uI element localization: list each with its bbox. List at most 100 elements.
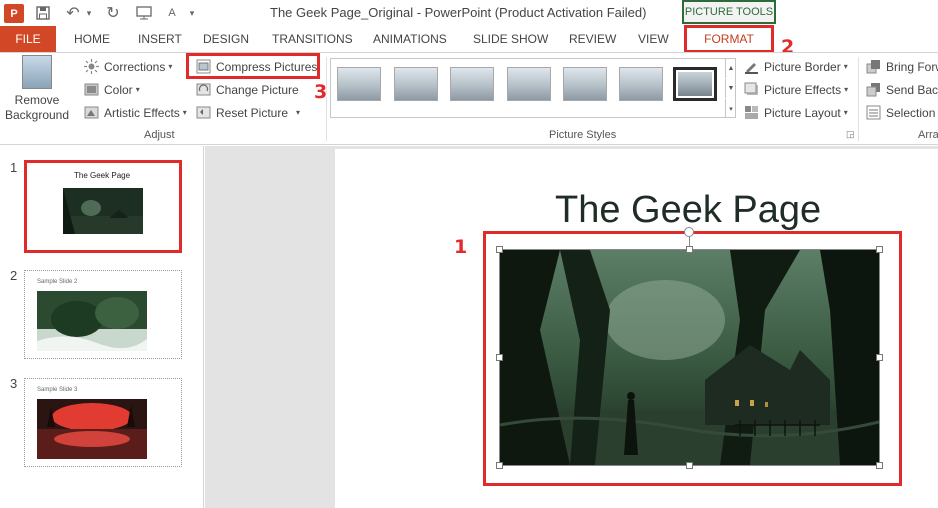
picture-styles-dialog-launcher-icon[interactable]: ◲ — [846, 129, 855, 140]
chevron-down-icon: ▾ — [135, 85, 140, 94]
artistic-effects-button[interactable]: Artistic Effects ▾ — [84, 105, 187, 120]
picture-tools-context-label: PICTURE TOOLS — [682, 0, 776, 24]
bring-forward-button[interactable]: Bring Forw — [866, 59, 938, 74]
artistic-effects-label: Artistic Effects — [104, 105, 180, 120]
change-picture-label: Change Picture — [216, 82, 299, 97]
picture-style-black-frame[interactable] — [673, 67, 717, 101]
chevron-down-icon: ▾ — [182, 108, 187, 117]
picture-style-soft-edge[interactable] — [563, 67, 607, 101]
thumbnail-title: Sample Slide 2 — [37, 279, 78, 285]
resize-handle-bottom-left[interactable] — [496, 462, 503, 469]
change-picture-icon — [196, 82, 212, 97]
tab-home[interactable]: HOME — [74, 26, 110, 52]
picture-layout-icon — [744, 105, 760, 120]
reset-picture-button[interactable]: Reset Picture ▾ — [196, 105, 300, 120]
picture-effects-icon — [744, 82, 760, 97]
adjust-group-label: Adjust — [144, 129, 175, 141]
slide-thumbnail-2[interactable]: Sample Slide 2 — [24, 270, 182, 359]
artistic-effects-icon — [84, 105, 100, 120]
resize-handle-top-left[interactable] — [496, 246, 503, 253]
resize-handle-left[interactable] — [496, 354, 503, 361]
reset-picture-label: Reset Picture — [216, 105, 289, 120]
save-icon[interactable] — [34, 4, 52, 22]
tab-animations[interactable]: ANIMATIONS — [373, 26, 447, 52]
tab-design[interactable]: DESIGN — [203, 26, 249, 52]
remove-background-label-1: Remove — [14, 93, 60, 107]
slide-number: 3 — [10, 376, 18, 391]
reset-picture-icon — [196, 105, 212, 120]
color-palette-icon — [84, 82, 100, 97]
bring-forward-label: Bring Forw — [886, 59, 938, 74]
chevron-down-icon: ▾ — [843, 62, 848, 71]
chevron-down-icon: ▾ — [843, 108, 848, 117]
tab-review[interactable]: REVIEW — [569, 26, 616, 52]
resize-handle-bottom[interactable] — [686, 462, 693, 469]
picture-style-simple-frame[interactable] — [337, 67, 381, 101]
selection-pane-button[interactable]: Selection I — [866, 105, 938, 120]
slide-thumbnail-1[interactable]: The Geek Page — [24, 160, 182, 253]
picture-style-thick-matte[interactable] — [450, 67, 494, 101]
resize-handle-top-right[interactable] — [876, 246, 883, 253]
gallery-scroll-down-icon[interactable]: ▼ — [725, 79, 736, 98]
picture-layout-label: Picture Layout — [764, 105, 841, 120]
ribbon-tabs: FILE HOME INSERT DESIGN TRANSITIONS ANIM… — [0, 25, 938, 53]
font-color-icon[interactable]: A — [164, 4, 180, 22]
slide-thumbnails-pane: 1 The Geek Page 2 Sample Slide 2 3 Sampl… — [0, 146, 204, 508]
change-picture-button[interactable]: Change Picture — [196, 82, 299, 97]
remove-background-button[interactable]: Remove Background — [2, 55, 72, 127]
window-title: The Geek Page_Original - PowerPoint (Pro… — [270, 5, 647, 20]
undo-icon[interactable]: ↶ — [64, 4, 82, 22]
ribbon: Remove Background Corrections ▾ Color ▾ Ar… — [0, 52, 938, 145]
corrections-sun-icon — [84, 59, 100, 74]
tab-insert[interactable]: INSERT — [138, 26, 182, 52]
slide-picture[interactable] — [499, 249, 880, 466]
picture-style-reflected[interactable] — [619, 67, 663, 101]
arrange-group-label: Arra — [918, 129, 938, 141]
color-button[interactable]: Color ▾ — [84, 82, 140, 97]
picture-effects-label: Picture Effects — [764, 82, 842, 97]
picture-style-beveled[interactable] — [394, 67, 438, 101]
chevron-down-icon: ▾ — [168, 62, 173, 71]
slide-title[interactable]: The Geek Page — [555, 189, 821, 232]
thumbnail-picture — [37, 399, 147, 459]
current-slide[interactable]: The Geek Page — [335, 149, 938, 508]
send-backward-button[interactable]: Send Back — [866, 82, 938, 97]
resize-handle-top[interactable] — [686, 246, 693, 253]
rotate-handle[interactable] — [684, 227, 694, 237]
chevron-down-icon: ▾ — [296, 108, 301, 117]
picture-border-button[interactable]: Picture Border ▾ — [744, 59, 848, 74]
tab-file[interactable]: FILE — [0, 26, 56, 52]
color-label: Color — [104, 82, 133, 97]
start-from-beginning-icon[interactable] — [134, 4, 154, 22]
tab-format[interactable]: FORMAT — [684, 25, 774, 53]
resize-handle-right[interactable] — [876, 354, 883, 361]
picture-effects-button[interactable]: Picture Effects ▾ — [744, 82, 848, 97]
compress-pictures-highlight — [186, 53, 320, 79]
corrections-button[interactable]: Corrections ▾ — [84, 59, 172, 74]
chevron-down-icon: ▾ — [844, 85, 849, 94]
thumbnail-title: Sample Slide 3 — [37, 387, 78, 393]
gallery-more-icon[interactable]: ▾ — [725, 99, 736, 118]
picture-styles-gallery[interactable]: ▲ ▼ ▾ — [330, 58, 736, 118]
undo-dropdown-icon[interactable]: ▾ — [84, 4, 94, 22]
thumbnail-title: The Geek Page — [74, 171, 131, 180]
picture-border-label: Picture Border — [764, 59, 841, 74]
resize-handle-bottom-right[interactable] — [876, 462, 883, 469]
gallery-scroll-up-icon[interactable]: ▲ — [725, 59, 736, 78]
picture-layout-button[interactable]: Picture Layout ▾ — [744, 105, 848, 120]
tab-slide-show[interactable]: SLIDE SHOW — [473, 26, 548, 52]
slide-number: 1 — [10, 160, 18, 175]
slide-thumbnail-3[interactable]: Sample Slide 3 — [24, 378, 182, 467]
powerpoint-app-icon[interactable]: P — [4, 4, 24, 23]
tab-view[interactable]: VIEW — [638, 26, 669, 52]
slide-editing-area: The Geek Page — [205, 146, 938, 508]
annotation-step-1: 1 — [454, 236, 468, 258]
picture-border-icon — [744, 59, 760, 74]
corrections-label: Corrections — [104, 59, 166, 74]
picture-style-torn-edge[interactable] — [507, 67, 551, 101]
annotation-step-3: 3 — [314, 81, 328, 103]
customize-quick-access-icon[interactable]: ▾ — [186, 4, 198, 22]
thumbnail-picture — [37, 291, 147, 351]
tab-transitions[interactable]: TRANSITIONS — [272, 26, 353, 52]
redo-icon[interactable]: ↻ — [104, 4, 122, 22]
